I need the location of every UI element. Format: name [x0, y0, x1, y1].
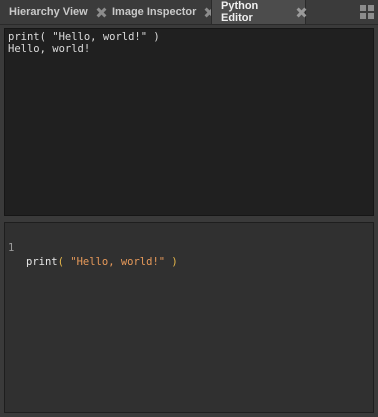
close-icon[interactable]	[97, 8, 106, 17]
code-content: print( "Hello, world!" )	[26, 255, 178, 269]
output-line: Hello, world!	[8, 43, 91, 55]
tab-label: Image Inspector	[112, 6, 197, 18]
line-number: 1	[8, 242, 15, 254]
output-console[interactable]: print( "Hello, world!" ) Hello, world!	[4, 28, 374, 216]
grid-icon[interactable]	[360, 5, 374, 19]
tab-bar: Hierarchy View Image Inspector Python Ed…	[0, 0, 378, 25]
code-line: 1 print( "Hello, world!" )	[5, 227, 178, 268]
code-open-paren: (	[57, 256, 64, 268]
code-editor[interactable]: 1 print( "Hello, world!" )	[4, 222, 374, 413]
code-string: "Hello, world!"	[70, 256, 166, 268]
output-line: print( "Hello, world!" )	[8, 31, 160, 43]
tab-python-editor[interactable]: Python Editor	[211, 0, 306, 24]
code-close-paren: )	[171, 256, 178, 268]
tab-image-inspector[interactable]: Image Inspector	[112, 0, 214, 24]
close-icon[interactable]	[297, 8, 305, 17]
tab-hierarchy-view[interactable]: Hierarchy View	[9, 0, 106, 24]
tab-label: Python Editor	[221, 0, 259, 24]
tab-label: Hierarchy View	[9, 6, 88, 18]
code-function: print	[26, 256, 58, 268]
